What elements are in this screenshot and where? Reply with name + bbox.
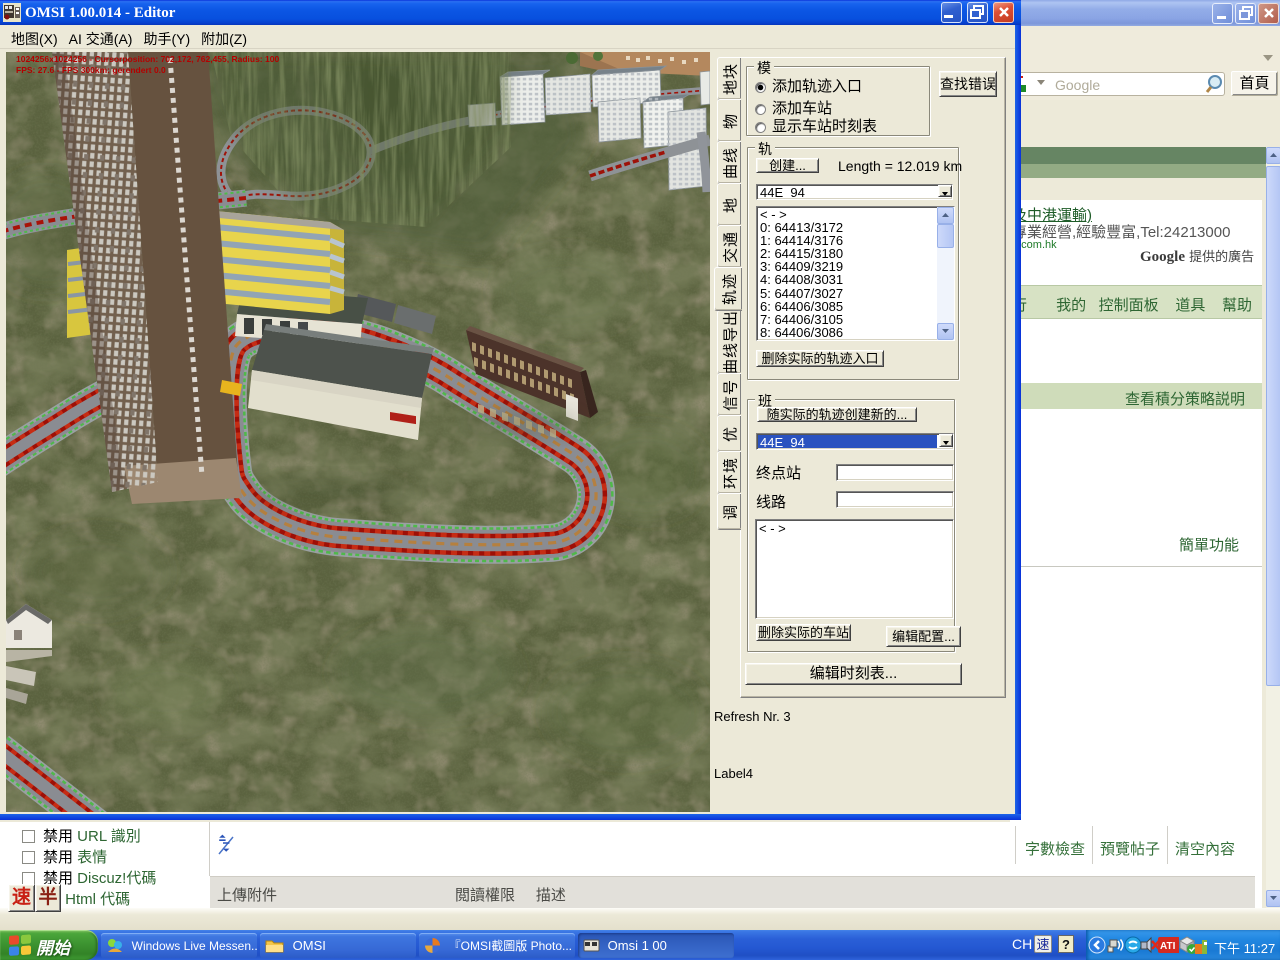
svg-text:ATI: ATI xyxy=(1160,941,1176,952)
svg-text:1024256x1024256 - Cursorpositi: 1024256x1024256 - Cursorposition: 702,17… xyxy=(16,54,279,64)
svg-text:FPS: 27.6 - FPS 300km: gerende: FPS: 27.6 - FPS 300km: gerendert 0.0 xyxy=(16,65,166,75)
